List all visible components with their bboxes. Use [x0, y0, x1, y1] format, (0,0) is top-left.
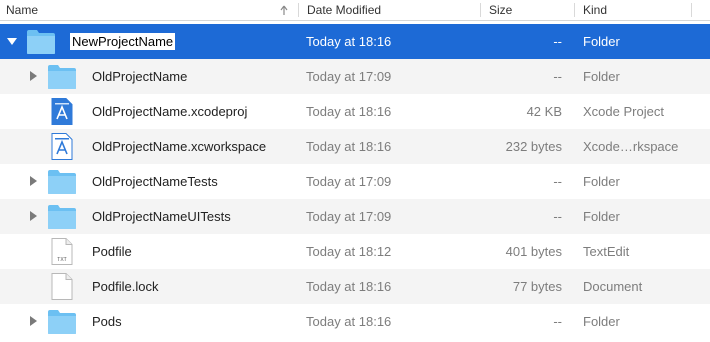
date-modified: Today at 18:16: [306, 139, 392, 154]
column-divider[interactable]: [691, 3, 692, 17]
column-header-size[interactable]: Size: [489, 0, 512, 20]
column-header-kind[interactable]: Kind: [583, 0, 607, 20]
disclosure-collapsed-icon[interactable]: [27, 315, 39, 327]
file-row[interactable]: OldProjectName.xcworkspace Today at 18:16…: [0, 129, 710, 164]
file-name: OldProjectName: [92, 69, 188, 84]
file-name: Podfile.lock: [92, 279, 159, 294]
folder-icon: [26, 28, 56, 55]
column-header-date-modified[interactable]: Date Modified: [307, 0, 381, 20]
file-size: 232 bytes: [505, 139, 562, 154]
xcodeproj-icon: [47, 98, 77, 125]
folder-icon: [47, 203, 77, 230]
file-name: OldProjectName.xcworkspace: [92, 139, 267, 154]
folder-icon: [47, 168, 77, 195]
date-modified: Today at 17:09: [306, 174, 392, 189]
filename-edit-field[interactable]: NewProjectName: [70, 33, 176, 50]
file-row[interactable]: OldProjectName.xcodeproj Today at 18:16 42…: [0, 94, 710, 129]
file-name: Pods: [92, 314, 122, 329]
file-size: --: [553, 174, 562, 189]
file-kind: Xcode…rkspace: [583, 139, 679, 154]
file-row[interactable]: OldProjectNameUITests Today at 17:09 -- Fol…: [0, 199, 710, 234]
disclosure-collapsed-icon[interactable]: [27, 210, 39, 222]
xcworkspace-icon: [47, 133, 77, 160]
file-row[interactable]: TXT Podfile Today at 18:12 401 bytes TextEdi…: [0, 234, 710, 269]
file-row[interactable]: NewProjectName Today at 18:16 -- Folder: [0, 24, 710, 59]
file-size: 77 bytes: [512, 279, 562, 294]
column-header-bar: Name Date Modified Size Kind: [0, 0, 710, 21]
file-size: --: [553, 34, 562, 49]
file-kind: Folder: [583, 34, 620, 49]
file-row[interactable]: Pods Today at 18:16 -- Folder: [0, 304, 710, 339]
file-row[interactable]: OldProjectName Today at 17:09 -- Folder: [0, 59, 710, 94]
file-size: --: [553, 69, 562, 84]
file-row[interactable]: OldProjectNameTests Today at 17:09 -- Folde…: [0, 164, 710, 199]
file-size: 42 KB: [526, 104, 562, 119]
disclosure-collapsed-icon[interactable]: [27, 175, 39, 187]
column-divider[interactable]: [574, 3, 575, 17]
file-name: Podfile: [92, 244, 132, 259]
file-name: OldProjectName.xcodeproj: [92, 104, 248, 119]
file-name: OldProjectNameUITests: [92, 209, 231, 224]
column-header-name[interactable]: Name: [6, 0, 38, 20]
date-modified: Today at 18:12: [306, 244, 392, 259]
file-kind: Document: [583, 279, 643, 294]
date-modified: Today at 17:09: [306, 69, 392, 84]
disclosure-expanded-icon[interactable]: [6, 35, 18, 47]
document-icon: [47, 273, 77, 300]
file-kind: Xcode Project: [583, 104, 664, 119]
file-kind: Folder: [583, 209, 620, 224]
folder-icon: [47, 308, 77, 335]
file-size: --: [553, 314, 562, 329]
disclosure-collapsed-icon[interactable]: [27, 70, 39, 82]
file-size: --: [553, 209, 562, 224]
date-modified: Today at 17:09: [306, 209, 392, 224]
column-divider[interactable]: [298, 3, 299, 17]
date-modified: Today at 18:16: [306, 34, 392, 49]
file-row[interactable]: Podfile.lock Today at 18:16 77 bytes Docume…: [0, 269, 710, 304]
date-modified: Today at 18:16: [306, 279, 392, 294]
file-kind: TextEdit: [583, 244, 630, 259]
svg-text:TXT: TXT: [57, 257, 66, 263]
file-name: OldProjectNameTests: [92, 174, 218, 189]
date-modified: Today at 18:16: [306, 314, 392, 329]
file-kind: Folder: [583, 314, 620, 329]
file-size: 401 bytes: [505, 244, 562, 259]
file-kind: Folder: [583, 69, 620, 84]
txt-file-icon: TXT: [47, 238, 77, 265]
date-modified: Today at 18:16: [306, 104, 392, 119]
file-kind: Folder: [583, 174, 620, 189]
column-divider[interactable]: [480, 3, 481, 17]
folder-icon: [47, 63, 77, 90]
sort-ascending-icon[interactable]: [279, 4, 289, 16]
